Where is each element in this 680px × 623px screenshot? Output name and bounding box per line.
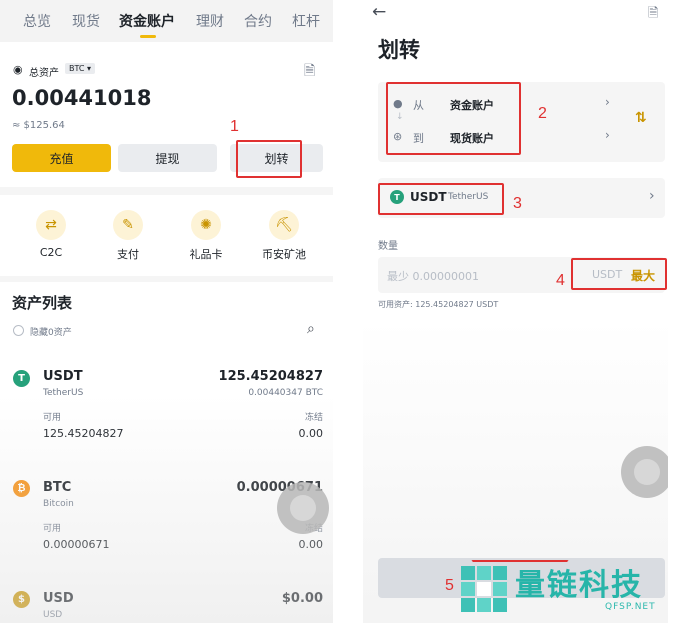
hide-zero-checkbox[interactable] — [13, 325, 24, 336]
active-tab-indicator — [140, 35, 156, 38]
quick-gift-card-label: 礼品卡 — [189, 248, 223, 261]
dollar-icon: $ — [13, 591, 30, 608]
assistive-touch-button[interactable] — [277, 482, 329, 534]
frozen-label: 冻结 — [304, 413, 323, 423]
asset-symbol: USDT — [43, 369, 83, 384]
annotation-number-4: 4 — [556, 272, 565, 289]
annotation-number-5: 5 — [445, 577, 454, 594]
watermark-url: QFSP.NET — [605, 602, 656, 612]
frozen-value: 0.00 — [298, 538, 324, 551]
asset-symbol: USD — [43, 591, 74, 606]
available-label: 可用 — [43, 413, 62, 423]
watermark-title: 量链科技 — [515, 568, 643, 603]
account-tabs: 总览 现货 资金账户 理财 合约 杠杆 — [0, 0, 333, 42]
asset-name: TetherUS — [43, 388, 84, 398]
list-item-usdt[interactable]: T USDT TetherUS 125.45204827 0.00440347 … — [0, 360, 333, 450]
funding-account-screen: 总览 现货 资金账户 理财 合约 杠杆 ◉ 总资产 BTC ▾ 🗎 0.0044… — [0, 0, 333, 623]
asset-amount: 125.45204827 — [218, 369, 323, 384]
swap-icon[interactable]: ⇅ — [635, 110, 647, 126]
tab-futures[interactable]: 合约 — [244, 11, 272, 31]
asset-name: Bitcoin — [43, 499, 74, 509]
assistive-touch-button[interactable] — [621, 446, 668, 498]
withdraw-button[interactable]: 提现 — [118, 144, 217, 172]
c2c-icon: ⇄ — [36, 210, 66, 240]
unit-selector[interactable]: BTC ▾ — [65, 63, 96, 74]
quick-c2c[interactable]: ⇄ C2C — [21, 210, 81, 259]
asset-btc-value: 0.00440347 BTC — [248, 388, 323, 398]
available-assets-text: 可用资产: 125.45204827 USDT — [378, 300, 499, 309]
annotation-box-3 — [378, 183, 504, 215]
quick-mining-pool-label: 币安矿池 — [262, 248, 306, 261]
quick-c2c-label: C2C — [39, 246, 63, 259]
quick-pay[interactable]: ✎ 支付 — [98, 210, 158, 262]
page-title: 划转 — [378, 38, 420, 62]
back-arrow-icon[interactable]: ← — [372, 2, 386, 22]
quick-pay-label: 支付 — [117, 248, 139, 261]
history-icon[interactable]: 🗎 — [304, 60, 315, 84]
quick-gift-card[interactable]: ✺ 礼品卡 — [176, 210, 236, 262]
asset-amount: $0.00 — [281, 591, 323, 606]
bitcoin-icon: ₿ — [13, 480, 30, 497]
fiat-value: ≈ $125.64 — [12, 120, 65, 131]
annotation-number-3: 3 — [513, 195, 522, 212]
total-assets-label: 总资产 — [29, 68, 59, 79]
chevron-right-icon: › — [649, 188, 655, 204]
tab-funding[interactable]: 资金账户 — [119, 11, 175, 31]
annotation-box-2 — [386, 82, 521, 155]
tab-spot[interactable]: 现货 — [72, 11, 100, 31]
cube-logo-icon — [461, 566, 507, 612]
asset-symbol: BTC — [43, 480, 72, 495]
search-icon[interactable]: ⌕ — [307, 321, 315, 337]
pay-icon: ✎ — [113, 210, 143, 240]
pickaxe-icon: ⛏ — [269, 210, 299, 240]
chevron-right-icon[interactable]: › — [605, 95, 610, 109]
tether-icon: T — [13, 370, 30, 387]
annotation-number-1: 1 — [230, 118, 239, 135]
deposit-button[interactable]: 充值 — [12, 144, 111, 172]
asset-list-title: 资产列表 — [12, 294, 73, 312]
annotation-box-4 — [571, 258, 667, 290]
frozen-value: 0.00 — [298, 427, 324, 440]
history-icon[interactable]: 🗎 — [648, 4, 658, 26]
balance-value: 0.00441018 — [12, 86, 152, 110]
watermark-logo: 量链科技 QFSP.NET — [459, 558, 674, 620]
section-divider — [0, 187, 333, 195]
annotation-box-1 — [236, 140, 302, 178]
annotation-number-2: 2 — [538, 105, 547, 122]
asset-name: USD — [43, 610, 63, 620]
chevron-right-icon[interactable]: › — [605, 128, 610, 142]
tab-margin[interactable]: 杠杆 — [292, 11, 320, 31]
transfer-screen: ← 🗎 划转 ● 从 资金账户 › ↓ ⊛ 到 现货账户 › ⇅ 2 T USD… — [363, 0, 668, 623]
quick-mining-pool[interactable]: ⛏ 币安矿池 — [254, 210, 314, 262]
hide-zero-label: 隐藏0资产 — [30, 328, 72, 338]
gift-card-icon: ✺ — [191, 210, 221, 240]
quantity-placeholder: 最少 0.00000001 — [387, 270, 479, 283]
tab-earn[interactable]: 理财 — [196, 11, 224, 31]
section-divider-2 — [0, 276, 333, 282]
available-label: 可用 — [43, 524, 62, 534]
list-item-usd[interactable]: $ USD USD $0.00 — [0, 582, 333, 623]
tab-overview[interactable]: 总览 — [23, 11, 51, 31]
eye-icon[interactable]: ◉ — [13, 63, 23, 76]
available-value: 0.00000671 — [43, 538, 110, 551]
unit-value: BTC — [69, 64, 85, 73]
available-value: 125.45204827 — [43, 427, 124, 440]
quantity-label: 数量 — [378, 241, 398, 252]
